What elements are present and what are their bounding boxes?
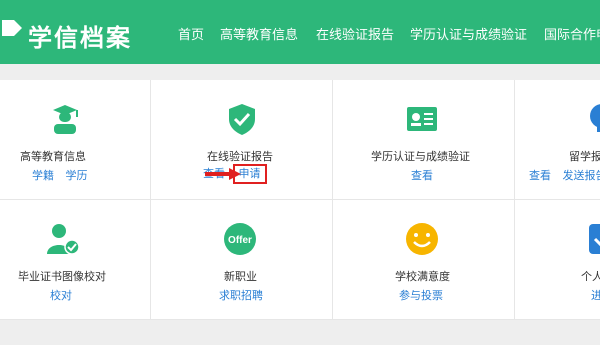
link-student-status[interactable]: 学籍 xyxy=(32,169,54,182)
link-enter[interactable]: 进 xyxy=(591,289,600,302)
cell-links: 参与投票 xyxy=(395,287,447,303)
lightbulb-icon xyxy=(585,102,600,136)
cell-title: 个人 xyxy=(581,270,600,283)
service-new-career: Offer 新职业 求职招聘 xyxy=(151,200,333,320)
cell-title: 学历认证与成绩验证 xyxy=(371,150,470,163)
user-check-icon xyxy=(46,222,80,256)
cell-title: 毕业证书图像校对 xyxy=(18,270,106,283)
service-grid: 高等教育信息 学籍 学历 在线验证报告 查看 申请 xyxy=(0,80,600,320)
logo-icon xyxy=(2,20,22,36)
cell-links: 校对 xyxy=(46,287,76,303)
smiley-icon xyxy=(405,222,439,256)
red-arrow-icon xyxy=(205,168,241,180)
nav-home[interactable]: 首页 xyxy=(178,24,204,43)
link-proofread[interactable]: 校对 xyxy=(50,289,72,302)
logo[interactable]: 学信档案 xyxy=(0,10,130,54)
certificate-icon xyxy=(405,102,439,136)
header-bar: 学信档案 首页 高等教育信息 在线验证报告 学历认证与成绩验证 国际合作申 xyxy=(0,0,600,64)
link-vote[interactable]: 参与投票 xyxy=(399,289,443,302)
service-study-abroad: 留学报 查看 发送报告 xyxy=(515,80,600,200)
shield-check-icon xyxy=(225,102,259,136)
cell-title: 新职业 xyxy=(224,270,257,283)
offer-icon: Offer xyxy=(223,222,257,256)
cell-links: 学籍 学历 xyxy=(28,167,92,183)
service-personal: 个人 进 xyxy=(515,200,600,320)
link-view[interactable]: 查看 xyxy=(411,169,433,182)
cell-links: 查看 发送报告 xyxy=(525,167,600,183)
cell-links: 进 xyxy=(587,287,600,303)
service-degree-verification: 学历认证与成绩验证 查看 xyxy=(333,80,515,200)
service-higher-education: 高等教育信息 学籍 学历 xyxy=(0,80,151,200)
service-online-report: 在线验证报告 查看 申请 xyxy=(151,80,333,200)
cell-title: 学校满意度 xyxy=(395,270,450,283)
service-school-satisfaction: 学校满意度 参与投票 xyxy=(333,200,515,320)
cell-links: 查看 xyxy=(407,167,437,183)
logo-text: 学信档案 xyxy=(28,24,132,52)
cell-title: 留学报 xyxy=(569,150,600,163)
nav-online-report[interactable]: 在线验证报告 xyxy=(316,24,394,43)
cell-title: 在线验证报告 xyxy=(207,150,273,163)
link-send-report[interactable]: 发送报告 xyxy=(563,169,600,182)
offer-icon-text: Offer xyxy=(228,235,252,246)
link-degree[interactable]: 学历 xyxy=(66,169,88,182)
service-certificate-image: 毕业证书图像校对 校对 xyxy=(0,200,151,320)
graduate-icon xyxy=(48,102,82,136)
cell-links: 求职招聘 xyxy=(215,287,267,303)
blue-card-icon xyxy=(587,222,600,256)
nav-degree-verification[interactable]: 学历认证与成绩验证 xyxy=(410,24,527,43)
cell-title: 高等教育信息 xyxy=(20,150,86,163)
link-view[interactable]: 查看 xyxy=(529,169,551,182)
link-job-search[interactable]: 求职招聘 xyxy=(219,289,263,302)
nav-international[interactable]: 国际合作申 xyxy=(544,24,600,43)
nav-higher-education[interactable]: 高等教育信息 xyxy=(220,24,298,43)
